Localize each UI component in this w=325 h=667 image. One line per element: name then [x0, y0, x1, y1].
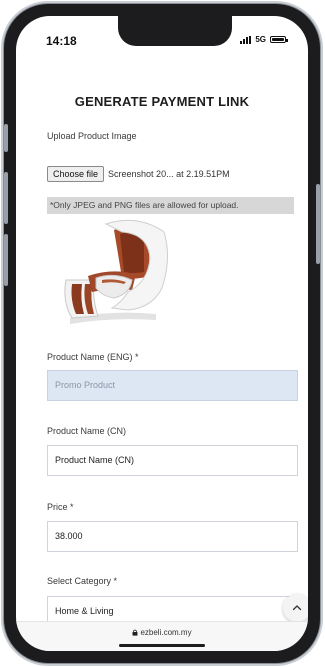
network-label: 5G: [255, 35, 266, 44]
url-display[interactable]: ezbeli.com.my: [16, 628, 308, 637]
lock-icon: [132, 629, 138, 636]
mute-switch: [4, 124, 8, 152]
phone-frame: 14:18 5G GENERATE PAYMENT LINK Upload Pr…: [4, 4, 320, 663]
upload-label: Upload Product Image: [47, 131, 137, 141]
price-field[interactable]: 38.000: [47, 521, 298, 552]
chevron-up-icon: [292, 605, 302, 611]
file-upload: Choose file Screenshot 20... at 2.19.51P…: [47, 166, 230, 182]
product-name-cn-label: Product Name (CN): [47, 426, 127, 436]
massage-chair-image: [64, 219, 168, 324]
price-label: Price *: [47, 502, 74, 512]
page-content: 14:18 5G GENERATE PAYMENT LINK Upload Pr…: [16, 16, 308, 651]
page-title: GENERATE PAYMENT LINK: [74, 94, 250, 109]
home-indicator: [119, 644, 205, 647]
volume-down-button: [4, 234, 8, 286]
volume-up-button: [4, 172, 8, 224]
file-name: Screenshot 20... at 2.19.51PM: [108, 169, 230, 179]
status-indicators: 5G: [240, 35, 288, 44]
signal-icon: [240, 35, 252, 44]
upload-note: *Only JPEG and PNG files are allowed for…: [47, 197, 294, 214]
product-name-cn-field[interactable]: Product Name (CN): [47, 445, 298, 476]
browser-address-bar: ezbeli.com.my: [16, 621, 308, 651]
product-name-eng-label: Product Name (ENG) *: [47, 352, 139, 362]
battery-icon: [270, 36, 288, 43]
screen: 14:18 5G GENERATE PAYMENT LINK Upload Pr…: [16, 16, 308, 651]
power-button: [316, 184, 320, 264]
choose-file-button[interactable]: Choose file: [47, 166, 105, 182]
status-time: 14:18: [46, 34, 77, 48]
product-name-eng-field[interactable]: Promo Product: [47, 370, 298, 401]
category-label: Select Category *: [47, 576, 118, 586]
notch: [118, 16, 232, 46]
url-text: ezbeli.com.my: [140, 628, 192, 637]
scroll-to-top-button[interactable]: [283, 594, 308, 622]
